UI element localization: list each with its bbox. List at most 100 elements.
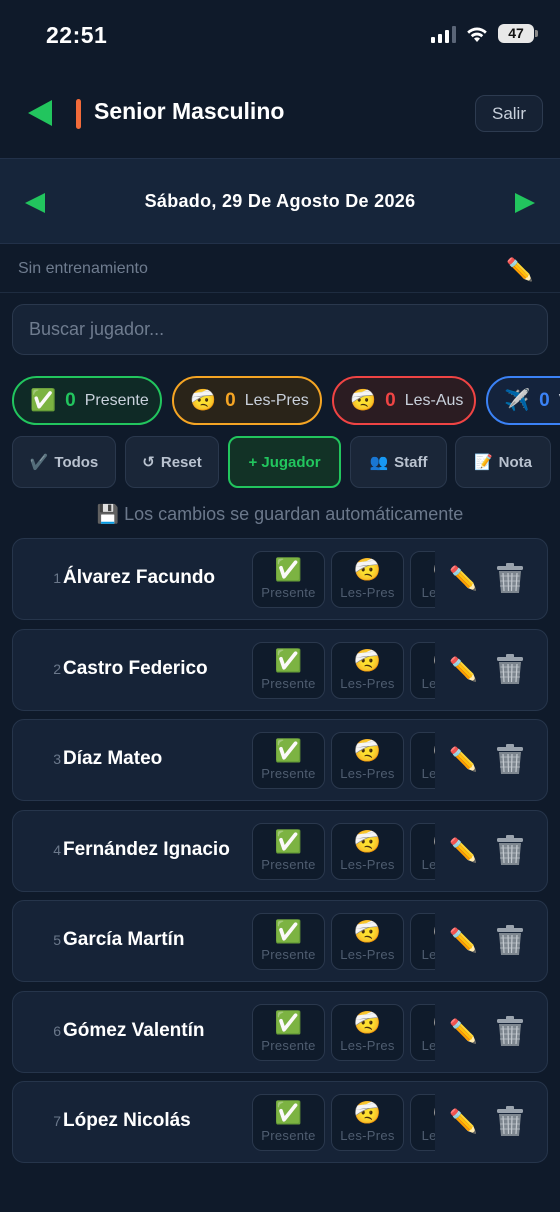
- status-les-aus-button[interactable]: 🤕 Les-Aus: [410, 1094, 435, 1151]
- status-les-aus-button[interactable]: 🤕 Les-Aus: [410, 551, 435, 608]
- edit-player-icon[interactable]: ✏️: [449, 565, 478, 592]
- status-presente-button[interactable]: ✅ Presente: [252, 732, 325, 789]
- edit-player-icon[interactable]: ✏️: [449, 1108, 478, 1135]
- edit-player-icon[interactable]: ✏️: [449, 837, 478, 864]
- staff-button[interactable]: 👥 Staff: [350, 436, 447, 488]
- trash-icon[interactable]: [495, 743, 525, 775]
- search-input[interactable]: Buscar jugador...: [12, 304, 548, 355]
- status-les-pres-button[interactable]: 🤕 Les-Pres: [331, 551, 404, 608]
- current-date: Sábado, 29 De Agosto De 2026: [144, 191, 416, 211]
- check-icon: ✅: [274, 919, 303, 944]
- player-row: 2 Castro Federico ✅ Presente 🤕 Les-Pres …: [12, 628, 548, 711]
- injured-face-icon: 🤕: [353, 919, 382, 944]
- status-label: Les-Pres: [340, 1128, 395, 1143]
- injured-face-icon: 🤕: [353, 828, 382, 854]
- injured-face-icon: 🤕: [411, 1100, 435, 1126]
- chip-count: 0: [225, 389, 236, 411]
- memo-icon: 📝: [473, 454, 493, 471]
- people-icon: 👥: [369, 454, 389, 471]
- back-arrow-icon[interactable]: [26, 98, 56, 128]
- edit-player-icon[interactable]: ✏️: [449, 746, 478, 773]
- trash-icon[interactable]: [495, 924, 525, 956]
- status-label: Presente: [261, 585, 316, 600]
- status-les-aus-button[interactable]: 🤕 Les-Aus: [410, 1003, 435, 1061]
- player-name: Díaz Mateo: [63, 748, 163, 769]
- status-les-pres-button[interactable]: 🤕 Les-Pres: [331, 1003, 404, 1061]
- player-number: 7: [53, 1113, 61, 1129]
- summary-chip-les-pres[interactable]: 🤕 0 Les-Pres: [172, 376, 322, 425]
- status-presente-button[interactable]: ✅ Presente: [252, 913, 325, 970]
- select-all-button[interactable]: ✔️ Todos: [12, 436, 116, 488]
- status-buttons: ✅ Presente 🤕 Les-Pres 🤕 Les-Aus: [252, 732, 435, 790]
- status-les-aus-button[interactable]: 🤕 Les-Aus: [410, 822, 435, 880]
- status-label: Presente: [261, 947, 316, 962]
- status-les-pres-button[interactable]: 🤕 Les-Pres: [331, 1094, 404, 1151]
- airplane-icon: ✈️: [504, 388, 531, 412]
- status-presente-button[interactable]: ✅ Presente: [252, 641, 325, 699]
- wifi-icon: [467, 27, 487, 42]
- note-button[interactable]: 📝 Nota: [455, 436, 551, 488]
- training-row: Sin entrenamiento ✏️: [0, 245, 560, 293]
- status-les-pres-button[interactable]: 🤕 Les-Pres: [331, 822, 404, 880]
- battery-icon: 47: [498, 24, 538, 43]
- button-label: Todos: [54, 453, 99, 471]
- status-presente-button[interactable]: ✅ Presente: [252, 1003, 325, 1061]
- status-label: Presente: [261, 766, 316, 781]
- status-presente-button[interactable]: ✅ Presente: [252, 1094, 325, 1151]
- player-number: 2: [53, 660, 61, 677]
- status-label: Presente: [261, 1128, 316, 1143]
- chip-count: 0: [539, 389, 550, 411]
- edit-player-icon[interactable]: ✏️: [449, 927, 478, 954]
- next-day-icon[interactable]: [514, 192, 536, 214]
- injured-face-icon: 🤕: [411, 919, 435, 945]
- check-icon: ✅: [274, 828, 303, 854]
- injured-face-icon: 🤕: [353, 1009, 382, 1035]
- checkmark-icon: ✔️: [29, 454, 49, 471]
- player-number: 3: [53, 751, 61, 767]
- injured-face-icon: 🤕: [411, 648, 435, 674]
- edit-player-icon[interactable]: ✏️: [449, 1018, 478, 1045]
- summary-chip-les-aus[interactable]: 🤕 0 Les-Aus: [332, 376, 476, 425]
- player-row: 7 López Nicolás ✅ Presente 🤕 Les-Pres 🤕 …: [12, 1081, 548, 1163]
- player-row: 4 Fernández Ignacio ✅ Presente 🤕 Les-Pre…: [12, 809, 548, 892]
- check-icon: ✅: [274, 647, 303, 673]
- trash-icon[interactable]: [495, 562, 525, 594]
- status-les-aus-button[interactable]: 🤕 Les-Aus: [410, 913, 435, 970]
- status-label: Les-Aus: [421, 1037, 435, 1053]
- injured-face-icon: 🤕: [350, 388, 377, 412]
- edit-player-icon[interactable]: ✏️: [449, 656, 478, 683]
- edit-training-icon[interactable]: ✏️: [506, 257, 533, 283]
- player-number: 1: [53, 570, 61, 586]
- trash-icon[interactable]: [495, 834, 525, 866]
- player-row: 5 García Martín ✅ Presente 🤕 Les-Pres 🤕 …: [12, 900, 548, 982]
- trash-icon[interactable]: [495, 1015, 525, 1047]
- status-label: Les-Pres: [340, 585, 395, 600]
- player-number: 5: [53, 932, 61, 948]
- status-label: Presente: [261, 675, 316, 691]
- add-player-button[interactable]: + Jugador: [228, 436, 341, 488]
- status-les-pres-button[interactable]: 🤕 Les-Pres: [331, 732, 404, 789]
- status-les-pres-button[interactable]: 🤕 Les-Pres: [331, 641, 404, 699]
- trash-icon[interactable]: [495, 653, 525, 685]
- status-icons: 47: [431, 24, 538, 43]
- status-les-aus-button[interactable]: 🤕 Les-Aus: [410, 641, 435, 699]
- status-label: Les-Aus: [421, 766, 435, 781]
- status-les-pres-button[interactable]: 🤕 Les-Pres: [331, 913, 404, 970]
- injured-face-icon: 🤕: [411, 557, 435, 583]
- header: Senior Masculino Salir: [0, 72, 560, 158]
- status-presente-button[interactable]: ✅ Presente: [252, 551, 325, 608]
- trash-icon[interactable]: [495, 1105, 525, 1137]
- exit-button[interactable]: Salir: [475, 95, 543, 132]
- player-name: García Martín: [63, 929, 185, 950]
- cellular-signal-icon: [431, 25, 456, 43]
- reset-button[interactable]: ↺ Reset: [125, 436, 219, 488]
- status-label: Les-Pres: [340, 856, 395, 872]
- player-row: 1 Álvarez Facundo ✅ Presente 🤕 Les-Pres …: [12, 538, 548, 620]
- summary-chip-presente[interactable]: ✅ 0 Presente: [12, 376, 162, 425]
- status-les-aus-button[interactable]: 🤕 Les-Aus: [410, 732, 435, 789]
- status-presente-button[interactable]: ✅ Presente: [252, 822, 325, 880]
- chip-count: 0: [65, 389, 76, 411]
- injured-face-icon: 🤕: [353, 1100, 382, 1125]
- summary-chip-viaje[interactable]: ✈️ 0 V: [486, 376, 560, 425]
- injured-face-icon: 🤕: [411, 829, 435, 855]
